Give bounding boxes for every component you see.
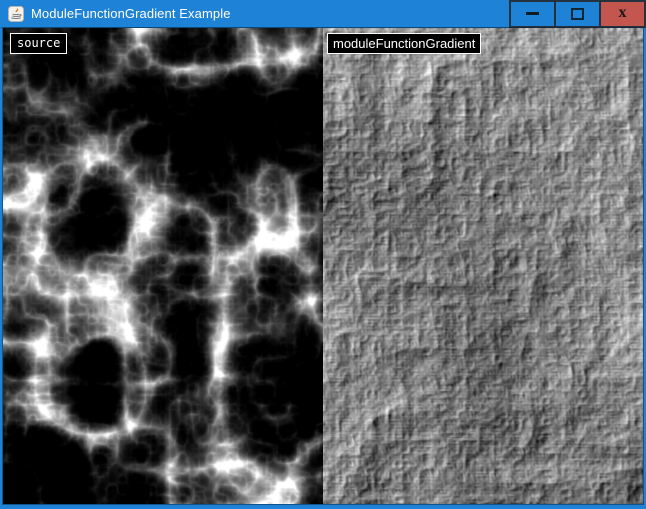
maximize-button[interactable]	[554, 0, 601, 28]
maximize-icon	[571, 8, 584, 20]
window-title: ModuleFunctionGradient Example	[31, 6, 509, 21]
gradient-texture-image	[323, 28, 643, 504]
close-button[interactable]: x	[599, 0, 646, 28]
app-window: ModuleFunctionGradient Example x source …	[0, 0, 646, 509]
gradient-image-label: moduleFunctionGradient	[327, 33, 481, 54]
window-controls: x	[509, 0, 646, 28]
source-pane: source	[3, 28, 323, 504]
gradient-pane: moduleFunctionGradient	[323, 28, 643, 504]
source-texture-image	[3, 28, 323, 504]
close-icon: x	[619, 5, 627, 21]
minimize-icon	[526, 12, 539, 15]
content-area: source moduleFunctionGradient	[3, 28, 643, 504]
java-coffee-cup-icon[interactable]	[8, 6, 24, 22]
source-image-label: source	[10, 33, 67, 54]
minimize-button[interactable]	[509, 0, 556, 28]
titlebar[interactable]: ModuleFunctionGradient Example x	[0, 0, 646, 28]
